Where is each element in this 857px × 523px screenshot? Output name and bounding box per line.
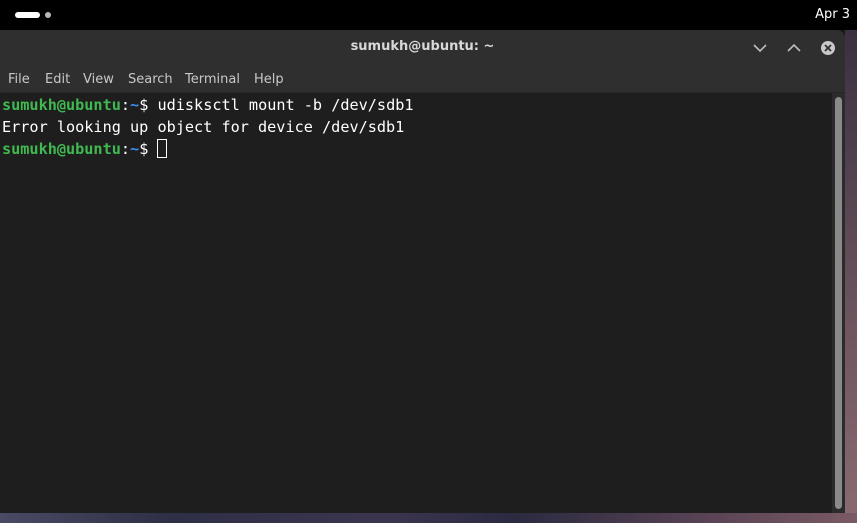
- terminal-output[interactable]: sumukh@ubuntu:~$ udisksctl mount -b /dev…: [0, 93, 832, 513]
- scrollbar[interactable]: [832, 93, 845, 513]
- text-cursor: [157, 139, 168, 158]
- prompt-user: sumukh@ubuntu: [2, 140, 121, 158]
- prompt-path: ~: [130, 96, 140, 114]
- desktop-background-strip: [0, 513, 857, 523]
- workspace-indicator-active[interactable]: [15, 12, 40, 18]
- close-button[interactable]: [818, 38, 838, 58]
- minimize-button[interactable]: [750, 38, 770, 58]
- prompt-separator: :: [120, 140, 131, 158]
- desktop-background: [845, 30, 857, 523]
- window-title: sumukh@ubuntu: ~: [350, 39, 495, 54]
- scrollbar-thumb[interactable]: [835, 97, 842, 509]
- clock[interactable]: Apr 3: [815, 0, 850, 30]
- prompt-symbol: $: [139, 96, 158, 114]
- menu-file[interactable]: File: [8, 66, 30, 92]
- menu-terminal[interactable]: Terminal: [185, 66, 240, 92]
- title-bar[interactable]: sumukh@ubuntu: ~: [0, 30, 845, 66]
- prompt-symbol: $: [139, 140, 158, 158]
- menu-search[interactable]: Search: [128, 66, 173, 92]
- command-text: udisksctl mount -b /dev/sdb1: [157, 96, 414, 114]
- chevron-up-icon: [787, 43, 801, 52]
- workspace-indicator[interactable]: [45, 12, 51, 18]
- terminal-line-output: Error looking up object for device /dev/…: [2, 118, 405, 136]
- chevron-down-icon: [753, 44, 767, 53]
- menu-help[interactable]: Help: [254, 66, 284, 92]
- terminal-window: sumukh@ubuntu: ~ File Edit View Search T…: [0, 30, 845, 513]
- menu-bar: File Edit View Search Terminal Help: [0, 66, 845, 93]
- menu-view[interactable]: View: [83, 66, 114, 92]
- menu-edit[interactable]: Edit: [45, 66, 70, 92]
- close-icon: [821, 41, 835, 55]
- top-bar: Apr 3: [0, 0, 857, 30]
- prompt-path: ~: [130, 140, 140, 158]
- prompt-separator: :: [120, 96, 131, 114]
- terminal-line-prompt: sumukh@ubuntu:~$: [2, 138, 168, 160]
- terminal-line-command: sumukh@ubuntu:~$ udisksctl mount -b /dev…: [2, 94, 414, 116]
- prompt-user: sumukh@ubuntu: [2, 96, 121, 114]
- maximize-button[interactable]: [784, 38, 804, 58]
